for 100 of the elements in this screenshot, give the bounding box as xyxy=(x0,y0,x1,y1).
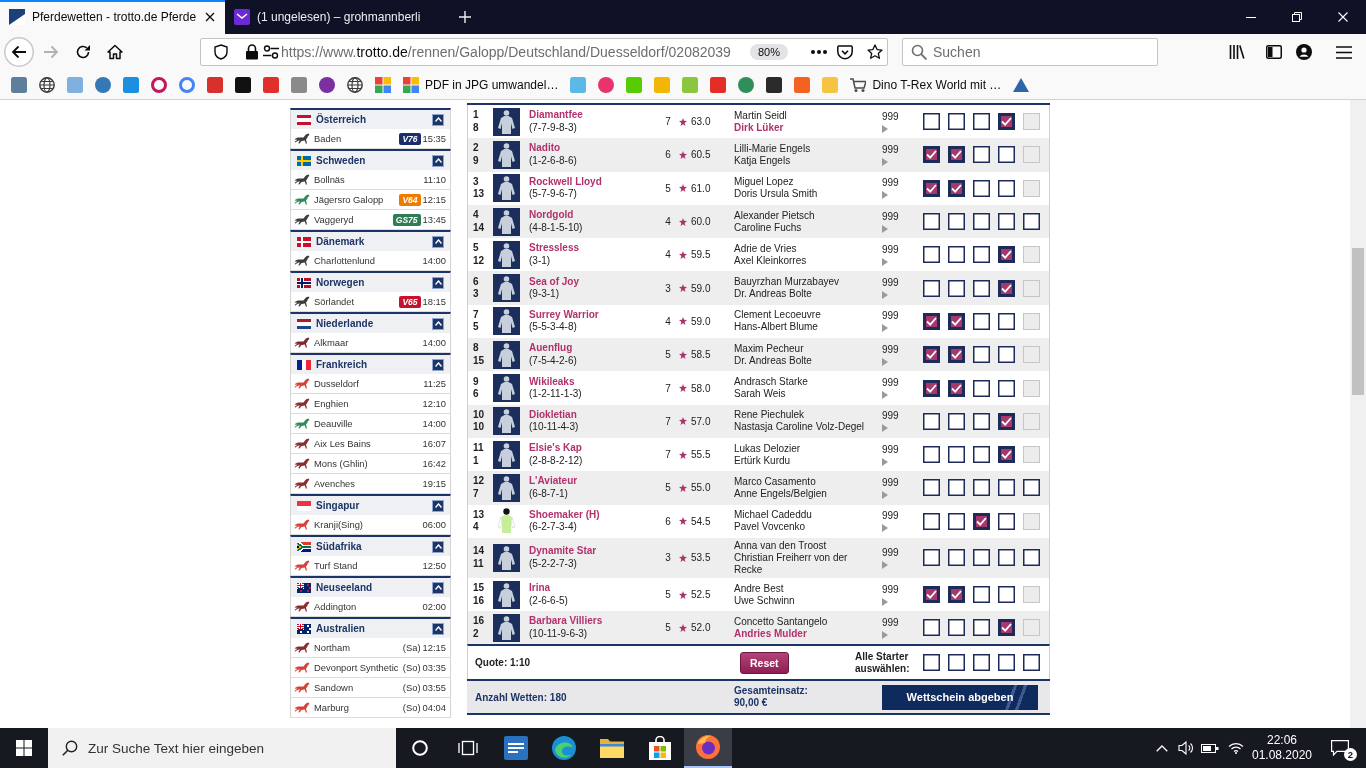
horse-name[interactable]: Nordgold xyxy=(529,209,574,222)
race-row[interactable]: Avenches 19:15 xyxy=(290,474,451,494)
library-icon[interactable] xyxy=(1229,44,1245,60)
checkbox[interactable] xyxy=(948,213,965,231)
checkbox[interactable] xyxy=(973,586,990,603)
checkbox[interactable] xyxy=(973,179,990,197)
horse-name[interactable]: Dynamite Star xyxy=(529,545,597,558)
address-bar[interactable]: https://www.trotto.de/rennen/Galopp/Deutschland/Duesseldorf/02082039 80% xyxy=(200,38,888,66)
reset-button[interactable]: Reset xyxy=(740,651,789,674)
checkbox[interactable] xyxy=(948,146,965,164)
checkbox[interactable] xyxy=(923,379,940,397)
scrollbar[interactable] xyxy=(1350,100,1366,728)
checkbox[interactable] xyxy=(998,512,1015,530)
checkbox[interactable] xyxy=(998,113,1015,131)
race-row[interactable]: Alkmaar 14:00 xyxy=(290,333,451,353)
taskbar-button[interactable] xyxy=(684,728,732,768)
checkbox[interactable] xyxy=(973,512,990,530)
checkbox[interactable] xyxy=(1023,654,1040,672)
sliders-icon[interactable] xyxy=(263,44,279,60)
horse-name[interactable]: Diokletian xyxy=(529,408,577,422)
checkbox[interactable] xyxy=(973,146,990,164)
checkbox[interactable] xyxy=(948,412,965,430)
race-row[interactable]: Sandown (So) 03:55 xyxy=(290,678,451,698)
checkbox[interactable] xyxy=(998,279,1015,297)
checkbox[interactable] xyxy=(948,512,965,530)
menu-icon[interactable] xyxy=(1336,45,1352,59)
race-row[interactable]: Kranji(Sing) 06:00 xyxy=(290,515,451,535)
horse-name[interactable]: Barbara Villiers xyxy=(529,615,603,628)
task-view-icon[interactable] xyxy=(458,740,478,756)
horse-name[interactable]: Wikileaks xyxy=(529,375,575,388)
checkbox[interactable] xyxy=(998,312,1015,330)
checkbox[interactable] xyxy=(923,312,940,330)
sidebar-icon[interactable] xyxy=(1266,45,1282,59)
race-row[interactable]: Deauville 14:00 xyxy=(290,414,451,434)
checkbox[interactable] xyxy=(973,549,990,567)
horse-name[interactable]: Rockwell Lloyd xyxy=(529,175,602,189)
checkbox[interactable] xyxy=(923,213,940,231)
race-row[interactable]: Vaggeryd GS75 13:45 xyxy=(290,210,451,230)
race-row[interactable]: Northam (Sa) 12:15 xyxy=(290,638,451,658)
checkbox[interactable] xyxy=(998,446,1015,464)
account-icon[interactable] xyxy=(1296,44,1312,60)
search-field[interactable]: Suchen xyxy=(902,38,1158,66)
checkbox[interactable] xyxy=(998,479,1015,497)
checkbox[interactable] xyxy=(1023,549,1040,567)
checkbox[interactable] xyxy=(973,654,990,672)
race-row[interactable]: Charlottenlund 14:00 xyxy=(290,251,451,271)
chevron-up-icon[interactable] xyxy=(1156,744,1168,752)
horse-name[interactable]: Sea of Joy xyxy=(529,275,580,289)
checkbox[interactable] xyxy=(998,213,1015,231)
checkbox[interactable] xyxy=(998,412,1015,430)
checkbox[interactable] xyxy=(923,246,940,264)
race-row[interactable]: Jägersro Galopp V64 12:15 xyxy=(290,190,451,210)
collapse-button[interactable] xyxy=(432,358,444,371)
scrollbar-thumb[interactable] xyxy=(1352,248,1364,395)
horse-name[interactable]: Diamantfee xyxy=(529,109,583,122)
horse-name[interactable]: L'Aviateur xyxy=(529,475,578,488)
checkbox[interactable] xyxy=(948,246,965,264)
race-row[interactable]: Addington 02:00 xyxy=(290,597,451,617)
race-row[interactable]: Dusseldorf 11:25 xyxy=(290,374,451,394)
checkbox[interactable] xyxy=(948,586,965,603)
checkbox[interactable] xyxy=(998,654,1015,672)
checkbox[interactable] xyxy=(1023,213,1040,231)
collapse-button[interactable] xyxy=(432,540,444,553)
checkbox[interactable] xyxy=(948,619,965,637)
horse-name[interactable]: Nadito xyxy=(529,142,561,155)
back-icon[interactable] xyxy=(4,37,34,67)
zoom-level-button[interactable]: 80% xyxy=(749,44,788,60)
checkbox[interactable] xyxy=(998,246,1015,264)
checkbox[interactable] xyxy=(998,179,1015,197)
taskbar-search-field[interactable]: Zur Suche Text hier eingeben xyxy=(48,728,396,768)
checkbox[interactable] xyxy=(948,279,965,297)
race-row[interactable]: Turf Stand 12:50 xyxy=(290,556,451,576)
race-row[interactable]: Baden V76 15:35 xyxy=(290,129,451,149)
plus-icon[interactable] xyxy=(459,11,471,23)
checkbox[interactable] xyxy=(923,619,940,637)
browser-tab[interactable]: Pferdewetten - trotto.de Pferde xyxy=(0,0,225,34)
checkbox[interactable] xyxy=(973,379,990,397)
lock-icon[interactable] xyxy=(244,44,260,60)
checkbox[interactable] xyxy=(998,346,1015,364)
race-row[interactable]: Aix Les Bains 16:07 xyxy=(290,434,451,454)
checkbox[interactable] xyxy=(923,549,940,567)
checkbox[interactable] xyxy=(923,113,940,131)
grid-icon[interactable] xyxy=(375,76,391,93)
checkbox[interactable] xyxy=(923,479,940,497)
minimize-icon[interactable] xyxy=(1246,16,1256,18)
star-icon[interactable] xyxy=(867,44,883,60)
checkbox[interactable] xyxy=(923,346,940,364)
bookmark-link[interactable]: Dino T-Rex World mit … xyxy=(850,77,1002,92)
collapse-button[interactable] xyxy=(432,276,444,289)
browser-tab[interactable]: (1 ungelesen) – grohmannberli xyxy=(225,0,450,34)
triangle-icon[interactable] xyxy=(1013,77,1030,92)
checkbox[interactable] xyxy=(923,586,940,603)
race-row[interactable]: Marburg (So) 04:04 xyxy=(290,698,451,718)
horse-name[interactable]: Surrey Warrior xyxy=(529,308,599,322)
checkbox[interactable] xyxy=(973,619,990,637)
checkbox[interactable] xyxy=(998,146,1015,164)
checkbox[interactable] xyxy=(923,412,940,430)
checkbox[interactable] xyxy=(998,549,1015,567)
circle-icon[interactable] xyxy=(738,76,755,93)
collapse-button[interactable] xyxy=(432,622,444,635)
